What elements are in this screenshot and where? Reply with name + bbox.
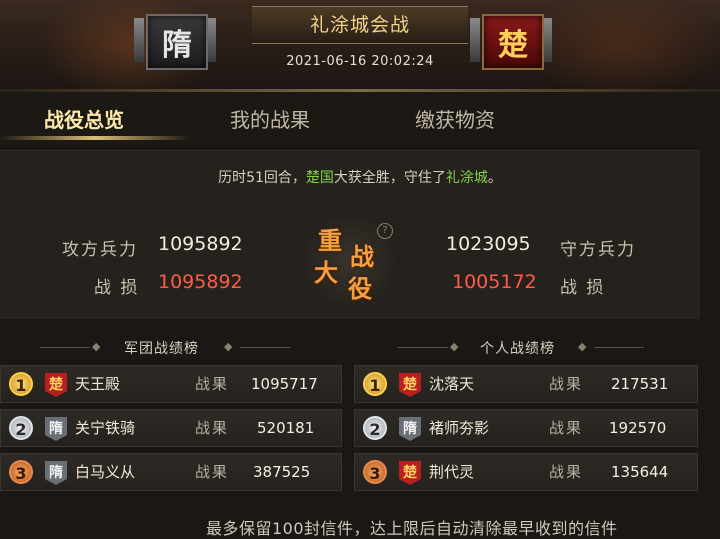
diamond-icon: ◆ [224,340,233,353]
personal-rank-row[interactable]: 2 隋 褚师夯影 战果 192570 [354,409,698,447]
sentence-prefix: 历时51回合， [218,170,306,186]
attacker-loss-label: 战 损 [94,278,140,298]
attacker-troops-label: 攻方兵力 [62,240,138,260]
score-label: 战果 [549,463,584,481]
player-name: 荆代灵 [429,463,475,481]
emblem-char: 战 [350,242,374,271]
legion-rank-row[interactable]: 2 隋 关宁铁骑 战果 520181 [0,409,342,447]
legion-name: 天王殿 [75,375,121,393]
attacker-troops-value: 1095892 [158,233,243,255]
battle-title: 礼涂城会战 [309,14,410,36]
defender-faction-plaque: 楚 [482,14,544,70]
score-label: 战果 [195,375,230,393]
tab-bar: 战役总览 我的战果 缴获物资 [0,92,720,146]
score-label: 战果 [195,419,230,437]
attacker-faction-plaque: 隋 [146,14,208,70]
emblem-char: 重 [318,226,342,255]
tab-captured-supplies[interactable]: 缴获物资 [380,102,530,138]
rank-medal-icon: 1 [9,372,33,396]
score-value: 135644 [611,463,669,481]
personal-rank-title: 个人战绩榜 [480,341,555,357]
divider-line [40,347,90,348]
score-label: 战果 [549,419,584,437]
score-value: 387525 [253,463,311,481]
battle-result-sentence: 历时51回合，楚国大获全胜，守住了礼涂城。 [0,167,720,187]
city-name-text: 礼涂城 [445,170,488,186]
faction-badge-icon: 隋 [45,417,67,441]
emblem-char: 大 [314,258,338,287]
sentence-mid: 大获全胜，守住了 [333,170,446,186]
winner-faction-text: 楚国 [305,170,334,186]
rank-medal-icon: 2 [9,416,33,440]
faction-badge-icon: 隋 [45,461,67,485]
legion-rank-row[interactable]: 3 隋 白马义从 战果 387525 [0,453,342,491]
defender-loss-label: 战 损 [560,278,606,298]
rank-medal-icon: 2 [363,416,387,440]
legion-name: 白马义从 [75,463,136,481]
rank-medal-icon: 1 [363,372,387,396]
battle-timestamp: 2021-06-16 20:02:24 [286,54,434,69]
diamond-icon: ◆ [450,340,459,353]
divider-line [240,347,290,348]
diamond-icon: ◆ [578,340,587,353]
defender-troops-label: 守方兵力 [560,240,636,260]
personal-rank-row[interactable]: 1 楚 沈落天 战果 217531 [354,365,698,403]
defender-loss-value: 1005172 [452,271,537,293]
rank-medal-icon: 3 [9,460,33,484]
help-icon[interactable]: ? [377,223,393,239]
faction-badge-icon: 楚 [399,461,421,485]
divider-line [594,347,644,348]
legion-rank-row[interactable]: 1 楚 天王殿 战果 1095717 [0,365,342,403]
divider-line [398,347,448,348]
faction-badge-icon: 楚 [399,373,421,397]
score-value: 217531 [611,375,669,393]
sentence-end: 。 [487,170,502,186]
score-label: 战果 [195,463,230,481]
score-value: 1095717 [251,375,318,393]
tab-battle-overview[interactable]: 战役总览 [14,102,154,138]
plaque-post-left [134,18,144,62]
attacker-loss-value: 1095892 [158,271,243,293]
legion-name: 关宁铁骑 [75,419,136,437]
player-name: 沈落天 [429,375,475,393]
faction-badge-icon: 楚 [45,373,67,397]
score-value: 192570 [609,419,667,437]
score-label: 战果 [549,375,584,393]
emblem-char: 役 [348,274,372,303]
tab-my-results[interactable]: 我的战果 [200,102,340,138]
active-tab-indicator [0,136,190,140]
battle-summary-panel: 历时51回合，楚国大获全胜，守住了礼涂城。 攻方兵力 1095892 战 损 1… [0,150,700,319]
score-value: 520181 [257,419,315,437]
battle-banner: 隋 楚 礼涂城会战 2021-06-16 20:02:24 [0,0,720,92]
faction-badge-icon: 隋 [399,417,421,441]
rank-medal-icon: 3 [363,460,387,484]
plaque-post-left [470,18,480,62]
legion-rank-title: 军团战绩榜 [124,341,199,357]
mail-limit-note: 最多保留100封信件，达上限后自动清除最早收到的信件 [206,519,618,538]
diamond-icon: ◆ [92,340,101,353]
defender-troops-value: 1023095 [446,233,531,255]
player-name: 褚师夯影 [429,419,490,437]
personal-rank-row[interactable]: 3 楚 荆代灵 战果 135644 [354,453,698,491]
